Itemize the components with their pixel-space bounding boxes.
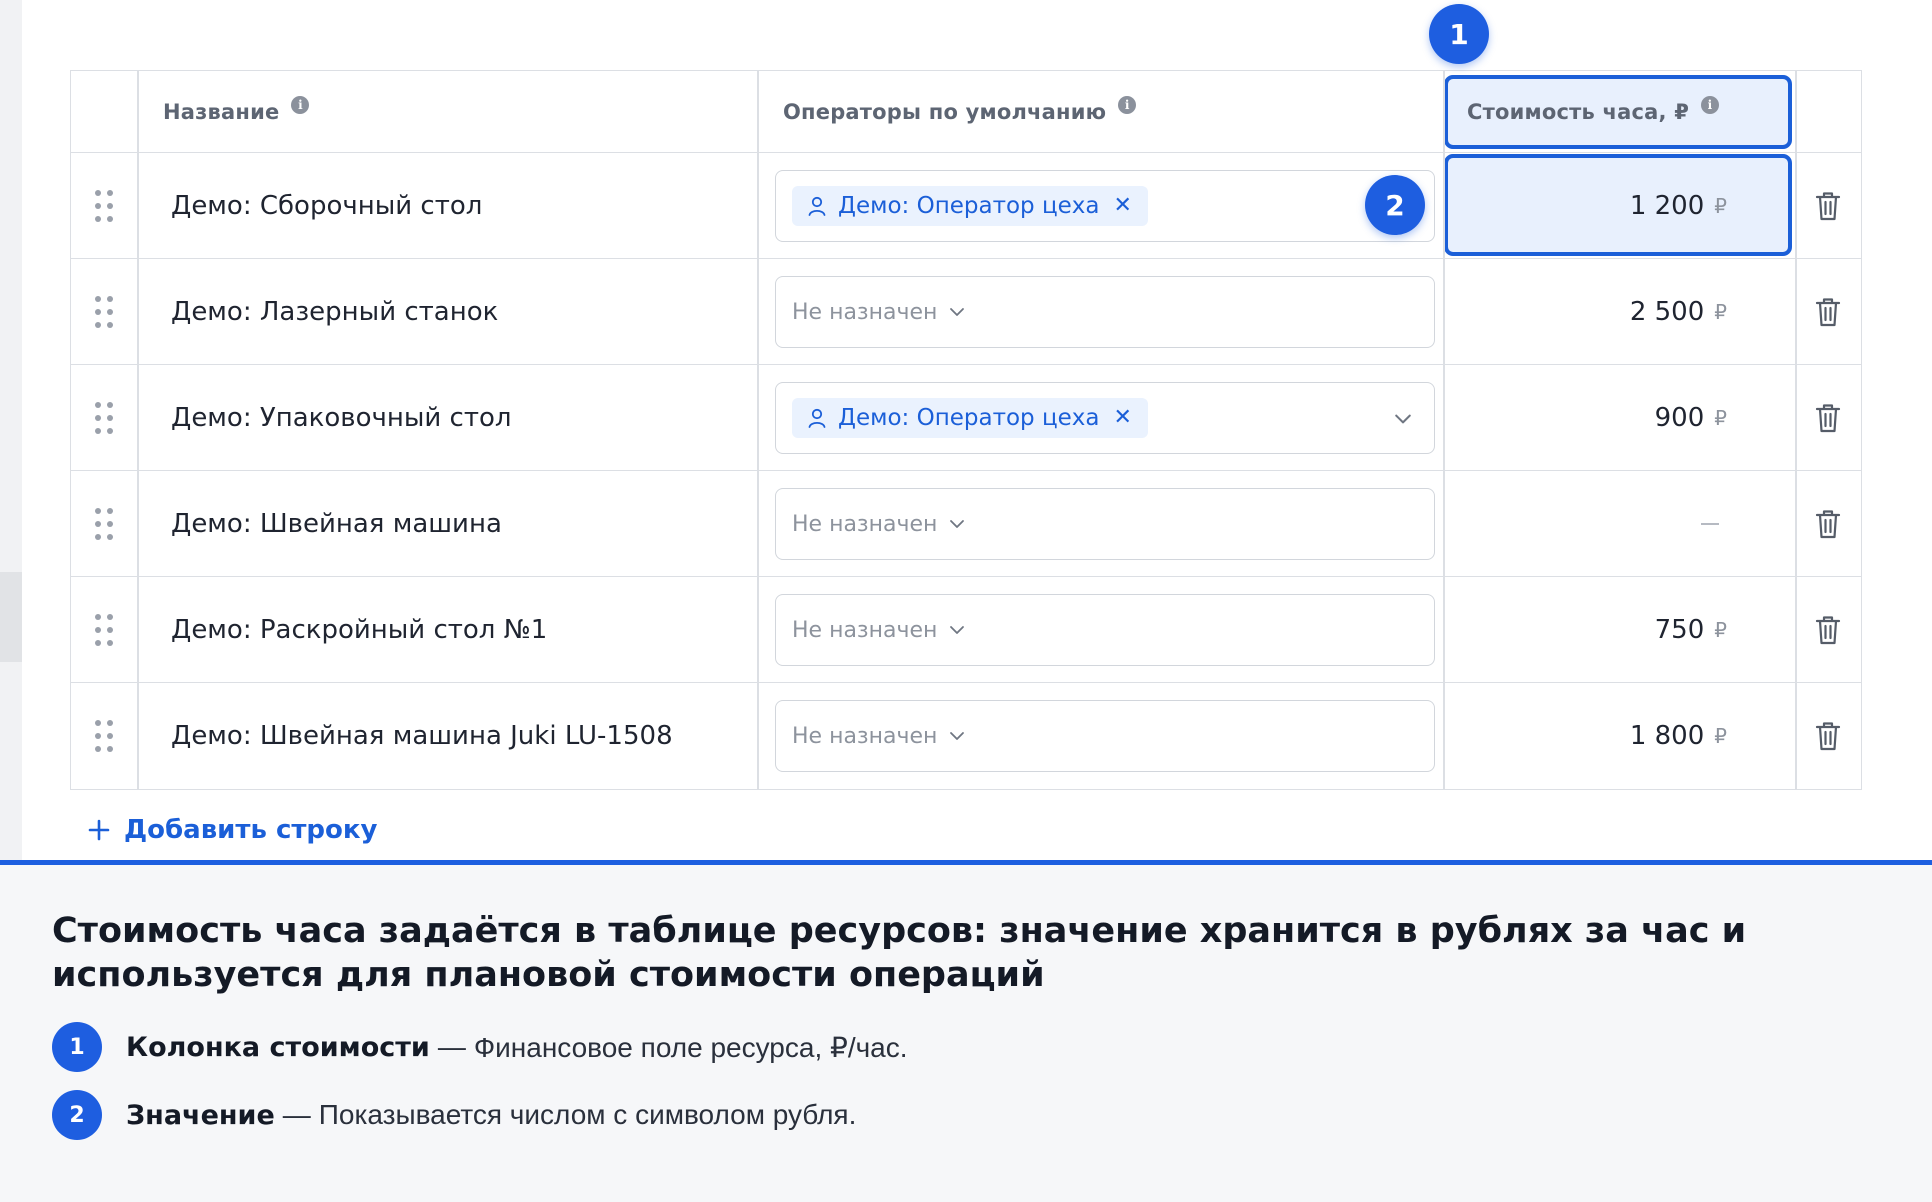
table-row: Демо: Упаковочный стол Демо: Оператор цех… xyxy=(71,365,1861,471)
currency-symbol: ₽ xyxy=(1714,617,1727,642)
note-badge: 1 xyxy=(52,1022,102,1072)
resource-name[interactable]: Демо: Сборочный стол xyxy=(171,153,482,258)
note-term: Значение xyxy=(126,1099,275,1131)
operators-select[interactable]: Не назначен xyxy=(775,700,1435,772)
note-item: 2 Значение — Показывается числом с символом… xyxy=(52,1090,856,1140)
operators-select[interactable]: Не назначен xyxy=(775,488,1435,560)
header-operators[interactable]: Операторы по умолчанию i xyxy=(783,71,1137,153)
drag-handle-icon[interactable] xyxy=(95,295,113,328)
cost-value: 2 500 xyxy=(1629,296,1705,327)
note-item: 1 Колонка стоимости — Финансовое поле ресур… xyxy=(52,1022,908,1072)
resource-name[interactable]: Демо: Лазерный станок xyxy=(171,259,498,364)
table-row: Демо: Сборочный стол Демо: Оператор цеха ✕… xyxy=(71,153,1861,259)
chevron-down-icon[interactable] xyxy=(949,304,965,320)
cost-cell[interactable]: 2 500 ₽ xyxy=(1443,259,1761,364)
placeholder-text: Не назначен xyxy=(792,511,938,537)
table-row: Демо: Швейная машина Не назначен xyxy=(71,471,1861,577)
currency-symbol: ₽ xyxy=(1714,724,1727,748)
drag-handle-icon[interactable] xyxy=(95,507,113,540)
operator-chip[interactable]: Демо: Оператор цеха ✕ xyxy=(792,398,1148,438)
cost-cell[interactable]: 1 800 ₽ xyxy=(1443,683,1761,789)
callout-badge-1: 1 xyxy=(1429,4,1489,64)
header-operators-label: Операторы по умолчанию xyxy=(783,100,1107,124)
add-row-label: Добавить строку xyxy=(124,815,378,845)
trash-icon[interactable] xyxy=(1813,190,1843,222)
operator-placeholder: Не назначен xyxy=(792,724,965,749)
currency-symbol: ₽ xyxy=(1714,299,1727,324)
note-separator: — xyxy=(437,1031,466,1062)
trash-icon[interactable] xyxy=(1813,614,1843,646)
user-icon xyxy=(808,408,826,428)
cost-cell[interactable]: 900 ₽ xyxy=(1443,365,1761,470)
resource-name[interactable]: Демо: Швейная машина xyxy=(171,471,502,576)
add-row-button[interactable]: Добавить строку xyxy=(88,810,378,850)
trash-icon[interactable] xyxy=(1813,720,1843,752)
note-term: Колонка стоимости xyxy=(126,1031,430,1063)
operator-chip-label: Демо: Оператор цеха xyxy=(838,193,1100,219)
trash-icon[interactable] xyxy=(1813,402,1843,434)
currency-symbol: ₽ xyxy=(1714,193,1727,218)
chevron-down-icon[interactable] xyxy=(949,728,965,744)
close-icon[interactable]: ✕ xyxy=(1113,407,1131,429)
currency-symbol: ₽ xyxy=(1714,405,1727,430)
operators-select[interactable]: Демо: Оператор цеха ✕ xyxy=(775,382,1435,454)
placeholder-text: Не назначен xyxy=(792,723,938,749)
table-header-row: Название i Операторы по умолчанию i Стои… xyxy=(71,71,1861,153)
left-rail-marker xyxy=(0,572,22,662)
explanation-panel: Стоимость часа задаётся в таблице ресурс… xyxy=(0,860,1932,1202)
left-rail xyxy=(0,0,22,862)
stage: Название i Операторы по умолчанию i Стои… xyxy=(0,0,1932,1202)
note-badge: 2 xyxy=(52,1090,102,1140)
operator-placeholder: Не назначен xyxy=(792,618,965,643)
drag-handle-icon[interactable] xyxy=(95,401,113,434)
operators-select[interactable]: Демо: Оператор цеха ✕ xyxy=(775,170,1435,242)
cost-value: 900 xyxy=(1654,402,1705,433)
operator-placeholder: Не назначен xyxy=(792,512,965,537)
resources-table: Название i Операторы по умолчанию i Стои… xyxy=(70,70,1862,790)
table-row: Демо: Раскройный стол №1 Не назначен 750 ₽ xyxy=(71,577,1861,683)
operator-chip-label: Демо: Оператор цеха xyxy=(838,405,1100,431)
header-name[interactable]: Название i xyxy=(163,71,310,153)
chevron-down-icon[interactable] xyxy=(949,516,965,532)
info-icon[interactable]: i xyxy=(1118,96,1137,114)
chevron-down-icon[interactable] xyxy=(949,622,965,638)
plus-icon xyxy=(88,819,110,841)
close-icon[interactable]: ✕ xyxy=(1113,195,1131,217)
trash-icon[interactable] xyxy=(1813,296,1843,328)
operators-select[interactable]: Не назначен xyxy=(775,594,1435,666)
cost-value: 750 xyxy=(1654,614,1705,645)
operators-select[interactable]: Не назначен xyxy=(775,276,1435,348)
info-icon[interactable]: i xyxy=(1701,96,1720,114)
cost-value: 1 800 xyxy=(1629,721,1705,751)
note-description: Показывается числом с символом рубля. xyxy=(318,1099,857,1130)
cost-cell[interactable] xyxy=(1443,471,1761,576)
header-name-label: Название xyxy=(163,100,280,124)
drag-handle-icon[interactable] xyxy=(95,613,113,646)
panel-title: Стоимость часа задаётся в таблице ресурс… xyxy=(52,911,1747,995)
user-icon xyxy=(808,196,826,216)
note-description: Финансовое поле ресурса, ₽/час. xyxy=(473,1031,908,1063)
drag-handle-icon[interactable] xyxy=(95,720,113,752)
resource-name[interactable]: Демо: Раскройный стол №1 xyxy=(171,577,547,682)
header-cost[interactable]: Стоимость часа, ₽ i xyxy=(1467,71,1720,153)
cost-cell[interactable]: 750 ₽ xyxy=(1443,577,1761,682)
table-row: Демо: Швейная машина Juki LU-1508 Не назн… xyxy=(71,683,1861,789)
operator-chip[interactable]: Демо: Оператор цеха ✕ xyxy=(792,186,1148,226)
drag-handle-icon[interactable] xyxy=(95,189,113,222)
chevron-down-icon[interactable] xyxy=(1394,410,1412,428)
trash-icon[interactable] xyxy=(1813,508,1843,540)
resource-name[interactable]: Демо: Упаковочный стол xyxy=(171,365,512,470)
header-cost-label: Стоимость часа, ₽ xyxy=(1467,100,1690,124)
table-row: Демо: Лазерный станок Не назначен 2 500 ₽ xyxy=(71,259,1861,365)
placeholder-text: Не назначен xyxy=(792,299,938,325)
operator-placeholder: Не назначен xyxy=(792,300,965,325)
resource-name[interactable]: Демо: Швейная машина Juki LU-1508 xyxy=(171,683,673,789)
cost-value: 1 200 xyxy=(1629,190,1705,221)
placeholder-text: Не назначен xyxy=(792,617,938,643)
info-icon[interactable]: i xyxy=(291,96,310,114)
callout-badge-2: 2 xyxy=(1365,175,1425,235)
note-separator: — xyxy=(282,1099,311,1130)
cost-cell[interactable]: 1 200 ₽ xyxy=(1443,153,1761,258)
empty-dash xyxy=(1701,522,1719,525)
